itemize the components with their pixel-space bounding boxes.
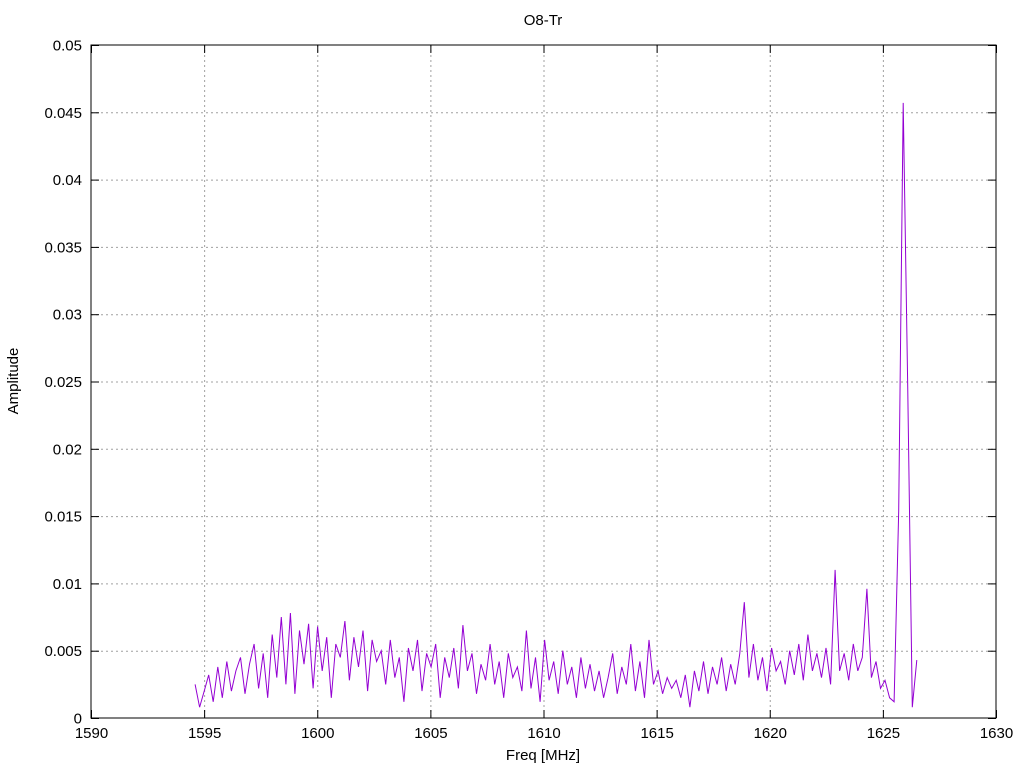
x-tick-label: 1610 bbox=[527, 725, 560, 742]
y-tick-label: 0.01 bbox=[53, 576, 82, 593]
axis-ticks: 1590 1595 1600 1605 1610 1615 1620 1625 1630 0 0.0… bbox=[44, 38, 1013, 743]
y-tick-label: 0.04 bbox=[53, 172, 82, 189]
y-axis-label: Amplitude bbox=[5, 348, 22, 415]
x-tick-label: 1600 bbox=[301, 725, 334, 742]
y-tick-label: 0.015 bbox=[44, 509, 82, 526]
grid-lines bbox=[91, 45, 996, 718]
x-tick-label: 1615 bbox=[640, 725, 673, 742]
y-tick-label: 0.035 bbox=[44, 239, 82, 256]
y-tick-label: 0.05 bbox=[53, 38, 82, 55]
x-tick-label: 1620 bbox=[754, 725, 787, 742]
chart-title: O8-Tr bbox=[524, 12, 563, 29]
y-tick-label: 0.03 bbox=[53, 307, 82, 324]
y-tick-label: 0.005 bbox=[44, 643, 82, 660]
x-tick-label: 1630 bbox=[980, 725, 1013, 742]
x-axis-label: Freq [MHz] bbox=[506, 747, 580, 764]
y-tick-label: 0.045 bbox=[44, 105, 82, 122]
series-line-o8-tr bbox=[194, 102, 918, 708]
y-tick-label: 0 bbox=[74, 711, 82, 728]
chart: 1590 1595 1600 1605 1610 1615 1620 1625 1630 0 0.0… bbox=[5, 12, 1013, 764]
y-tick-label: 0.025 bbox=[44, 374, 82, 391]
x-tick-label: 1625 bbox=[867, 725, 900, 742]
x-tick-label: 1595 bbox=[188, 725, 221, 742]
y-tick-label: 0.02 bbox=[53, 441, 82, 458]
x-tick-label: 1590 bbox=[75, 725, 108, 742]
x-tick-label: 1605 bbox=[414, 725, 447, 742]
